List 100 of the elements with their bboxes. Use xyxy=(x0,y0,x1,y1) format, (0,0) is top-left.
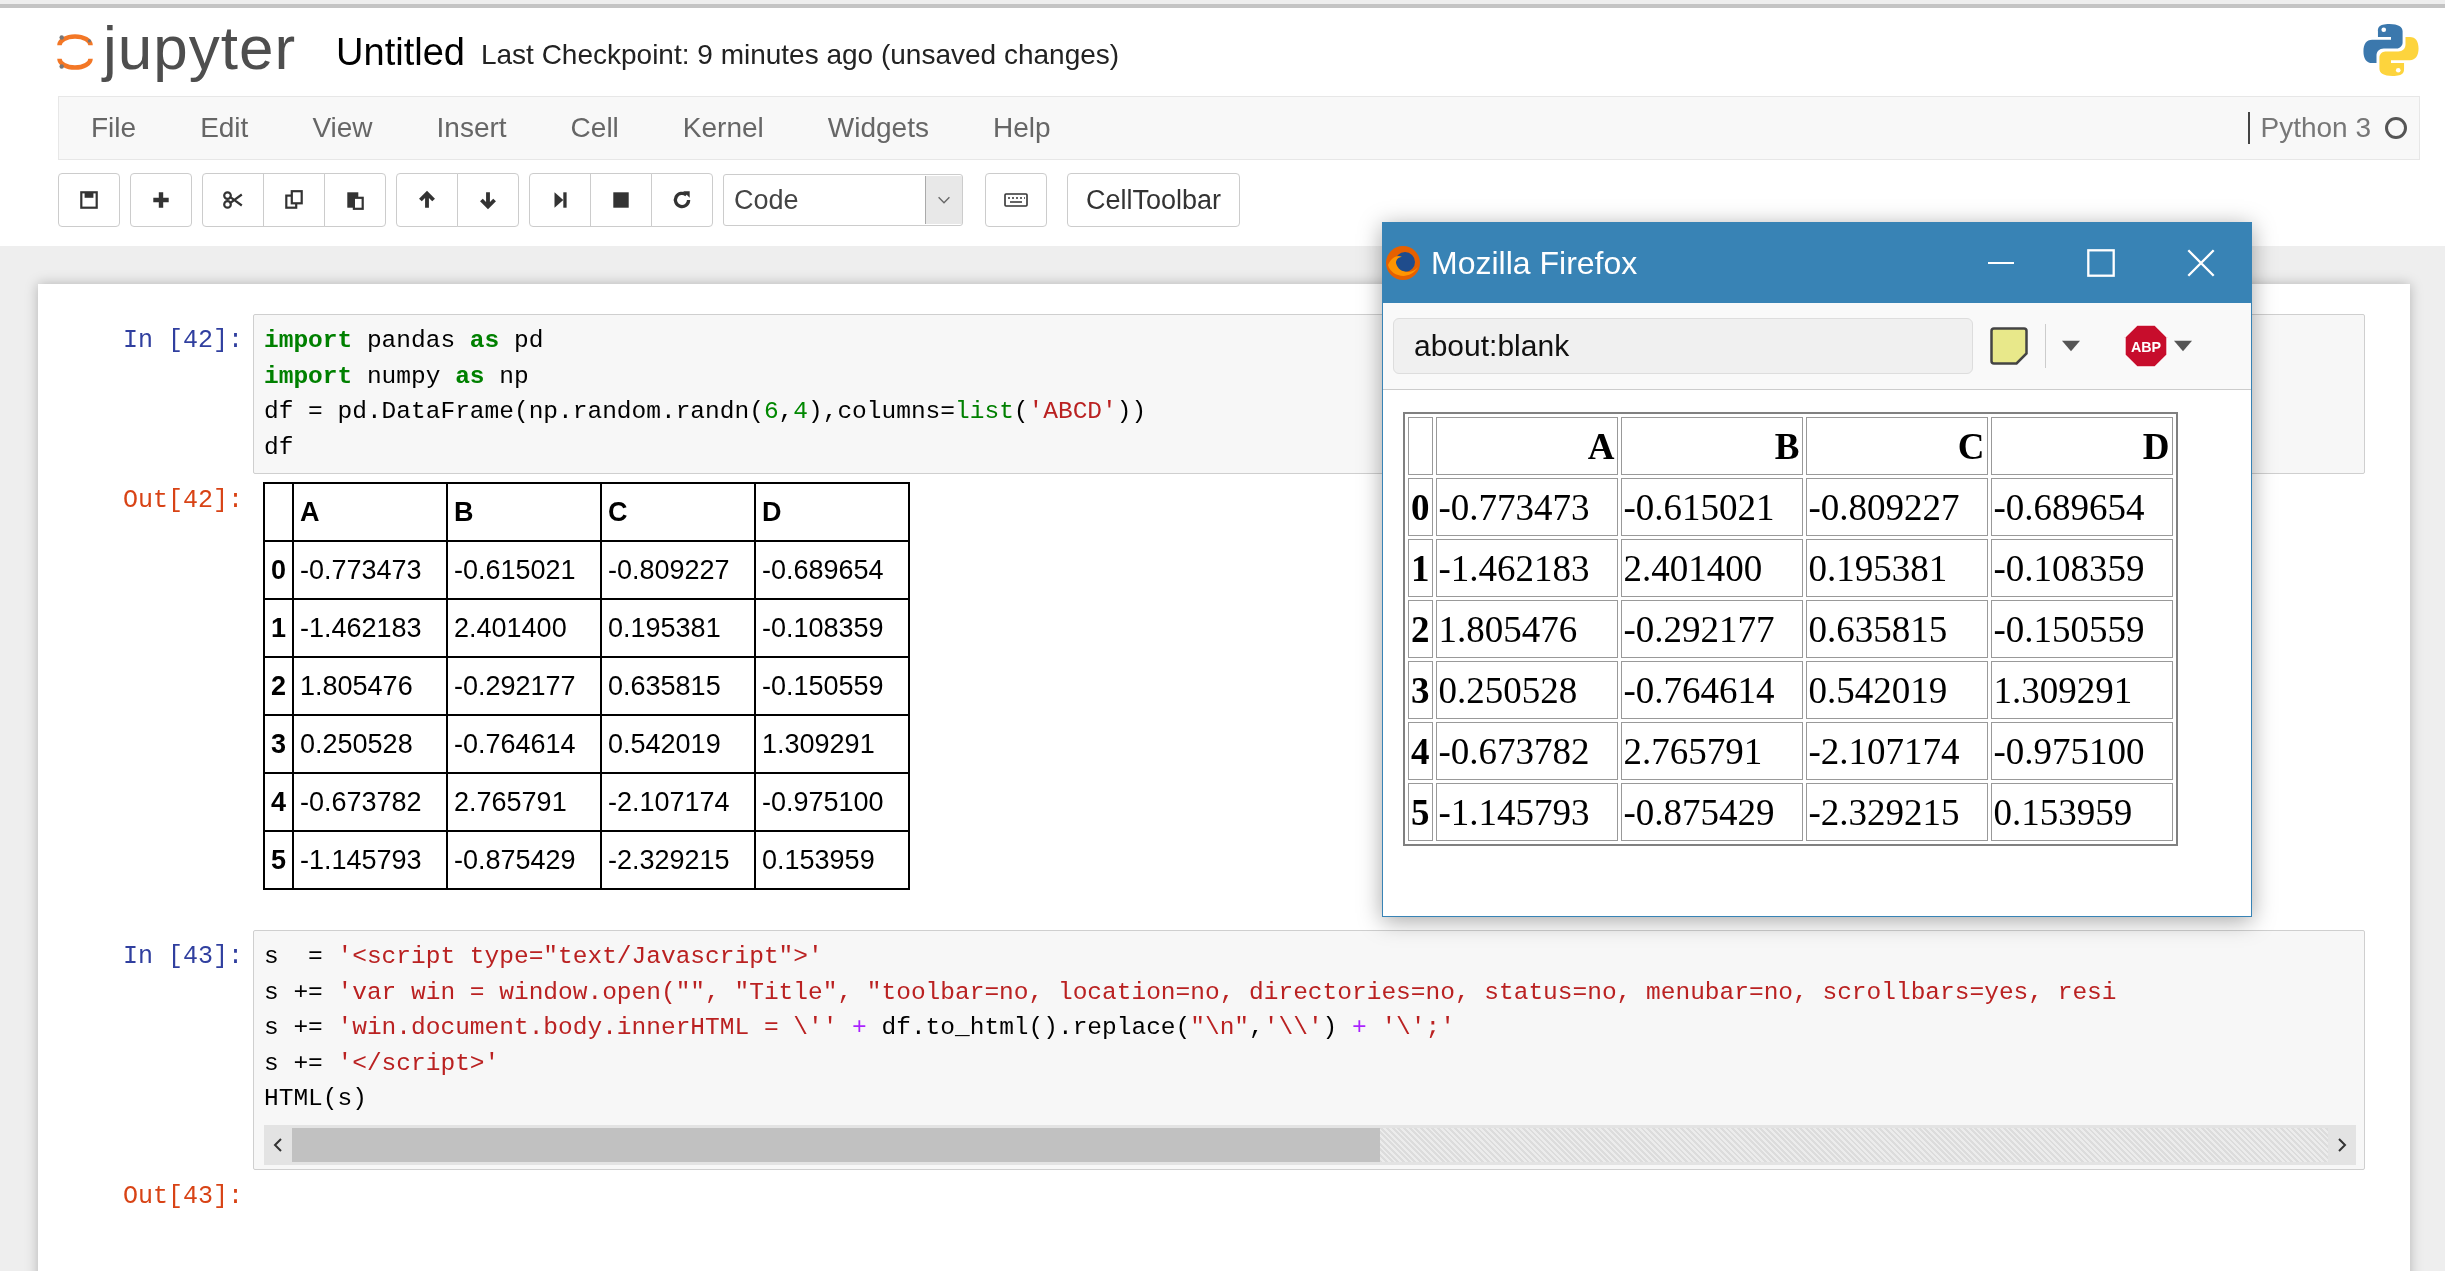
table-cell: 0.195381 xyxy=(601,599,756,657)
notebook-name[interactable]: Untitled xyxy=(336,30,465,74)
table-cell: -0.875429 xyxy=(1620,783,1803,841)
table-cell: 0.542019 xyxy=(601,715,756,773)
row-index: 2 xyxy=(1408,600,1433,658)
table-cell: -0.150559 xyxy=(1990,600,2173,658)
table-cell: -0.615021 xyxy=(447,541,602,599)
table-cell: 2.765791 xyxy=(447,773,602,831)
table-cell: 1.805476 xyxy=(293,657,448,715)
jupyter-logo-icon xyxy=(55,32,95,72)
horizontal-scrollbar[interactable] xyxy=(264,1124,2356,1165)
column-header: C xyxy=(1805,417,1988,475)
copy-button[interactable] xyxy=(263,173,325,227)
cell-type-dropdown[interactable]: Code xyxy=(723,174,963,226)
restart-icon xyxy=(671,189,693,211)
column-header: B xyxy=(1620,417,1803,475)
input-prompt: In [43]: xyxy=(121,941,244,971)
table-cell: -1.462183 xyxy=(1435,539,1618,597)
code-cell[interactable] xyxy=(253,930,2365,1170)
table-cell: -2.107174 xyxy=(601,773,756,831)
restart-button[interactable] xyxy=(651,173,713,227)
table-cell: 1.309291 xyxy=(755,715,910,773)
table-cell: 0.635815 xyxy=(601,657,756,715)
column-header: D xyxy=(755,483,910,541)
code-text[interactable]: s = '<script type="text/Javascript">' s += 'var win = window.open("", "Title", "toolbar=no, location=no, directories=no, status=no, menubar=no, scrollbars=yes, resi s += 'win.document.body.innerHTML = \'' + df.to_html().replace("\n",'\\') + '\';' s += '</script>' HTML(s) xyxy=(254,931,2127,1125)
arrow-down-button[interactable] xyxy=(457,173,519,227)
menu-item[interactable]: Cell xyxy=(538,112,651,144)
table-cell: -0.809227 xyxy=(601,541,756,599)
celltoolbar-button[interactable]: CellToolbar xyxy=(1067,173,1241,227)
menu-item[interactable]: Widgets xyxy=(795,112,961,144)
table-cell: 2.765791 xyxy=(1620,722,1803,780)
menu-item[interactable]: Kernel xyxy=(650,112,796,144)
adblock-plus-icon[interactable]: ABP xyxy=(2124,324,2168,368)
window-title: Mozilla Firefox xyxy=(1431,244,1638,282)
table-cell: -0.673782 xyxy=(1435,722,1618,780)
code-text[interactable]: import pandas as pd import numpy as np df = pd.DataFrame(np.random.randn(6,4),columns=list('ABCD')) df xyxy=(254,315,1157,473)
plus-button[interactable] xyxy=(130,173,192,227)
column-header: A xyxy=(1435,417,1618,475)
column-header: C xyxy=(601,483,756,541)
logo-text[interactable]: jupyter xyxy=(103,11,297,83)
stop-icon xyxy=(610,189,632,211)
row-index: 3 xyxy=(264,715,294,773)
menu-item[interactable]: Insert xyxy=(404,112,539,144)
row-index: 3 xyxy=(1408,661,1433,719)
table-cell: 0.635815 xyxy=(1805,600,1988,658)
input-prompt: In [42]: xyxy=(121,325,244,355)
table-header xyxy=(1408,417,1433,475)
maximize-icon xyxy=(2086,248,2116,278)
address-bar[interactable]: about:blank xyxy=(1393,318,1973,374)
table-cell: -0.773473 xyxy=(293,541,448,599)
row-index: 0 xyxy=(1408,478,1433,536)
table-cell: -1.145793 xyxy=(1435,783,1618,841)
table-header xyxy=(264,483,294,541)
table-cell: -0.108359 xyxy=(755,599,910,657)
table-cell: 1.309291 xyxy=(1990,661,2173,719)
keyboard-button[interactable] xyxy=(985,173,1047,227)
output-prompt: Out[42]: xyxy=(121,485,244,515)
arrow-up-icon xyxy=(416,189,438,211)
scissors-button[interactable] xyxy=(202,173,264,227)
paste-button[interactable] xyxy=(324,173,386,227)
table-cell: -0.764614 xyxy=(447,715,602,773)
table-cell: -0.875429 xyxy=(447,831,602,889)
table-cell: -0.689654 xyxy=(1990,478,2173,536)
save-icon xyxy=(78,189,100,211)
row-index: 4 xyxy=(1408,722,1433,780)
arrow-up-button[interactable] xyxy=(396,173,458,227)
table-cell: -1.462183 xyxy=(293,599,448,657)
row-index: 2 xyxy=(264,657,294,715)
menu-item[interactable]: Help xyxy=(960,112,1083,144)
python-logo-icon xyxy=(2362,21,2420,79)
row-index: 5 xyxy=(1408,783,1433,841)
menu-item[interactable]: File xyxy=(59,112,169,144)
plus-icon xyxy=(150,189,172,211)
scissors-icon xyxy=(222,189,244,211)
dropdown-caret-icon xyxy=(2062,340,2080,352)
close-icon xyxy=(2186,248,2216,278)
table-cell: -1.145793 xyxy=(293,831,448,889)
table-cell: -2.329215 xyxy=(601,831,756,889)
output-prompt: Out[43]: xyxy=(121,1180,244,1211)
table-cell: -0.292177 xyxy=(447,657,602,715)
table-cell: 2.401400 xyxy=(447,599,602,657)
arrow-down-icon xyxy=(477,189,499,211)
minimize-icon xyxy=(1986,262,2016,264)
table-cell: 0.153959 xyxy=(755,831,910,889)
menu-item[interactable]: Edit xyxy=(168,112,281,144)
table-cell: -2.329215 xyxy=(1805,783,1988,841)
row-index: 4 xyxy=(264,773,294,831)
table-cell: -0.773473 xyxy=(1435,478,1618,536)
stop-button[interactable] xyxy=(590,173,652,227)
dropdown-caret-icon xyxy=(2174,340,2192,352)
save-button[interactable] xyxy=(58,173,120,227)
firefox-logo-icon xyxy=(1383,243,1423,283)
table-cell: -0.108359 xyxy=(1990,539,2173,597)
row-index: 1 xyxy=(264,599,294,657)
table-cell: -0.673782 xyxy=(293,773,448,831)
column-header: A xyxy=(293,483,448,541)
table-cell: 1.805476 xyxy=(1435,600,1618,658)
column-header: D xyxy=(1990,417,2173,475)
menu-item[interactable]: View xyxy=(280,112,405,144)
step-forward-button[interactable] xyxy=(529,173,591,227)
